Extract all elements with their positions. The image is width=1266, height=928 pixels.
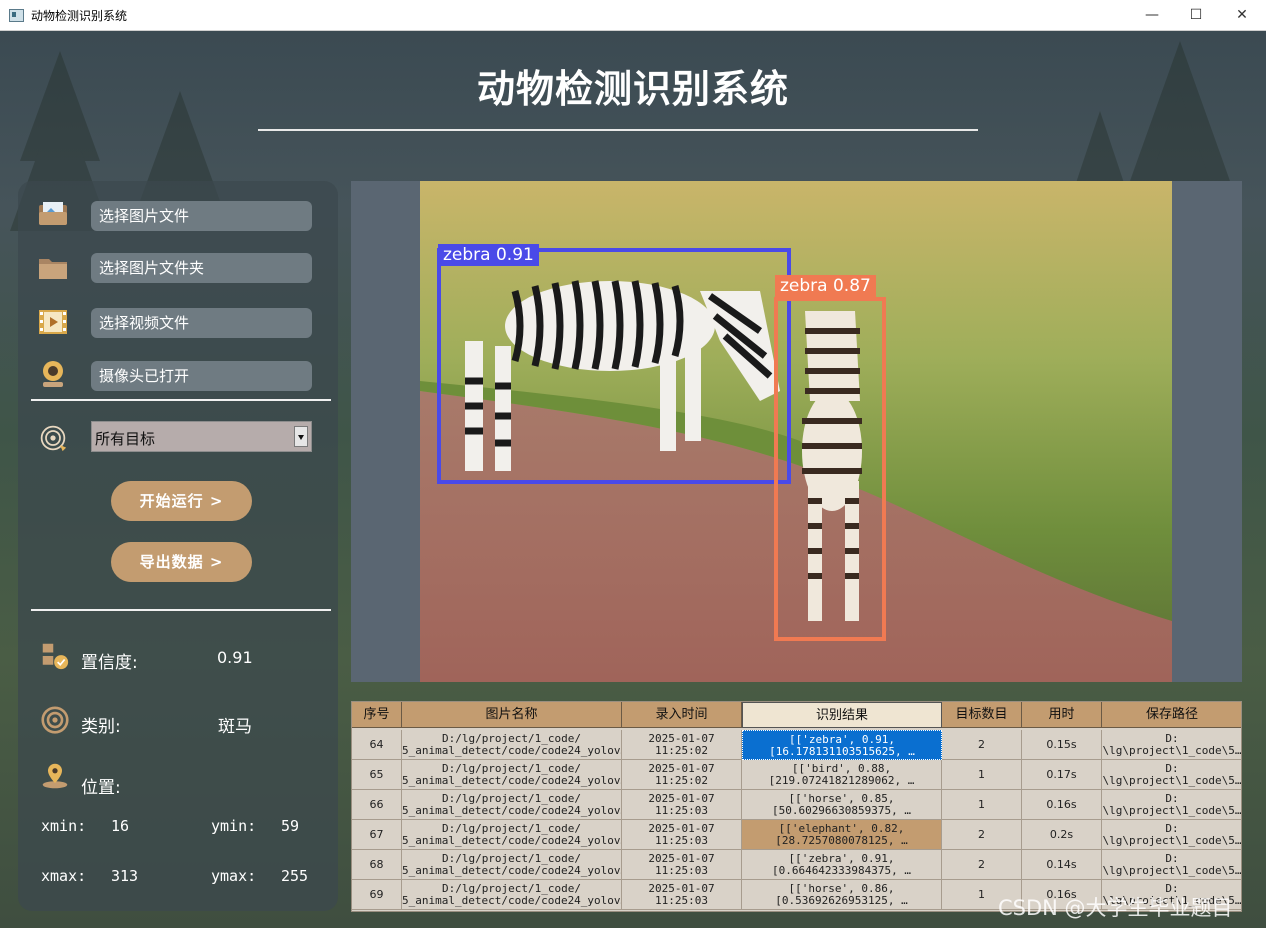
table-cell[interactable]: 0.16s <box>1022 790 1102 820</box>
table-cell[interactable]: 2025-01-07 11:25:03 <box>622 820 742 850</box>
table-cell[interactable]: 2025-01-07 11:25:03 <box>622 790 742 820</box>
table-cell[interactable]: D:/lg/project/1_code/ 5_animal_detect/co… <box>402 850 622 880</box>
select-folder-button[interactable]: 选择图片文件夹 <box>91 253 312 283</box>
table-cell[interactable]: 67 <box>352 820 402 850</box>
table-cell[interactable]: [['horse', 0.86, [0.53692626953125, … <box>742 880 942 910</box>
table-cell[interactable]: 0.15s <box>1022 730 1102 760</box>
detection-label-1: zebra 0.91 <box>438 244 539 266</box>
table-cell[interactable]: 0.17s <box>1022 760 1102 790</box>
table-cell[interactable]: D: \lg\project\1_code\5… <box>1102 850 1241 880</box>
divider <box>31 609 331 611</box>
xmax-value: 313 <box>111 867 139 885</box>
maximize-button[interactable]: ☐ <box>1173 4 1219 26</box>
class-label: 类别: <box>81 717 121 737</box>
table-cell[interactable]: 0.2s <box>1022 820 1102 850</box>
column-header-time[interactable]: 录入时间 <box>622 702 742 728</box>
window-titlebar: 动物检测识别系统 — ☐ ✕ <box>0 0 1266 31</box>
target-icon <box>40 425 67 452</box>
column-header-save-path[interactable]: 保存路径 <box>1102 702 1241 728</box>
export-data-button[interactable]: 导出数据 > <box>111 542 252 582</box>
title-underline <box>258 129 978 131</box>
camera-button[interactable]: 摄像头已打开 <box>91 361 312 391</box>
watermark: CSDN @大学生毕业题目 <box>998 896 1233 920</box>
table-cell[interactable]: D:/lg/project/1_code/ 5_animal_detect/co… <box>402 880 622 910</box>
detection-label-2: zebra 0.87 <box>775 275 876 297</box>
confidence-label: 置信度: <box>81 653 138 673</box>
table-cell[interactable]: [['bird', 0.88, [219.07241821289062, … <box>742 760 942 790</box>
xmax-label: xmax: <box>41 867 87 885</box>
table-cell[interactable]: [['zebra', 0.91, [0.664642333984375, … <box>742 850 942 880</box>
column-header-image-name[interactable]: 图片名称 <box>402 702 622 728</box>
video-file-icon <box>39 310 67 334</box>
ymax-label: ymax: <box>211 867 257 885</box>
ymin-value: 59 <box>281 817 300 835</box>
column-header-count[interactable]: 目标数目 <box>942 702 1022 728</box>
app-icon <box>9 9 24 22</box>
table-cell[interactable]: 0.14s <box>1022 850 1102 880</box>
table-cell[interactable]: 2025-01-07 11:25:03 <box>622 880 742 910</box>
table-cell[interactable]: 66 <box>352 790 402 820</box>
table-cell[interactable]: 64 <box>352 730 402 760</box>
camera-icon <box>43 361 63 387</box>
column-header-result[interactable]: 识别结果 <box>742 702 942 728</box>
category-icon <box>41 706 69 734</box>
table-cell[interactable]: D:/lg/project/1_code/ 5_animal_detect/co… <box>402 730 622 760</box>
chevron-down-icon[interactable] <box>294 426 308 447</box>
table-cell[interactable]: D:/lg/project/1_code/ 5_animal_detect/co… <box>402 820 622 850</box>
table-cell[interactable]: D: \lg\project\1_code\5… <box>1102 820 1241 850</box>
start-run-button[interactable]: 开始运行 > <box>111 481 252 521</box>
table-cell[interactable]: 2 <box>942 850 1022 880</box>
confidence-value: 0.91 <box>217 648 253 667</box>
table-cell[interactable]: D:/lg/project/1_code/ 5_animal_detect/co… <box>402 790 622 820</box>
divider <box>31 399 331 401</box>
select-image-button[interactable]: 选择图片文件 <box>91 201 312 231</box>
table-cell[interactable]: 68 <box>352 850 402 880</box>
minimize-button[interactable]: — <box>1129 4 1175 26</box>
column-header-duration[interactable]: 用时 <box>1022 702 1102 728</box>
target-select[interactable]: 所有目标 <box>91 421 312 452</box>
column-header-id[interactable]: 序号 <box>352 702 402 728</box>
folder-icon <box>39 259 67 279</box>
page-title: 动物检测识别系统 <box>476 67 789 111</box>
xmin-label: xmin: <box>41 817 87 835</box>
table-cell[interactable]: D: \lg\project\1_code\5… <box>1102 790 1241 820</box>
table-cell-highlighted[interactable]: [['elephant', 0.82, [28.7257080078125, … <box>742 820 942 850</box>
results-table[interactable]: 序号 图片名称 录入时间 识别结果 目标数目 用时 保存路径 64 D:/lg/… <box>351 701 1242 912</box>
table-cell[interactable]: D: \lg\project\1_code\5… <box>1102 760 1241 790</box>
table-cell[interactable]: [['horse', 0.85, [50.60296630859375, … <box>742 790 942 820</box>
xmin-value: 16 <box>111 817 130 835</box>
select-video-button[interactable]: 选择视频文件 <box>91 308 312 338</box>
table-cell[interactable]: 1 <box>942 760 1022 790</box>
table-cell[interactable]: 2 <box>942 730 1022 760</box>
confidence-icon <box>42 643 69 670</box>
table-cell[interactable]: 69 <box>352 880 402 910</box>
location-pin-icon <box>42 763 68 789</box>
class-value: 斑马 <box>218 717 252 737</box>
target-select-value: 所有目标 <box>95 430 156 448</box>
table-cell[interactable]: D: \lg\project\1_code\5… <box>1102 730 1241 760</box>
close-button[interactable]: ✕ <box>1219 4 1265 26</box>
table-cell[interactable]: 1 <box>942 790 1022 820</box>
ymax-value: 255 <box>281 867 309 885</box>
table-cell-selected[interactable]: [['zebra', 0.91, [16.178131103515625, … <box>742 730 942 760</box>
table-cell[interactable]: 2025-01-07 11:25:03 <box>622 850 742 880</box>
table-cell[interactable]: 2025-01-07 11:25:02 <box>622 730 742 760</box>
table-cell[interactable]: 2 <box>942 820 1022 850</box>
table-cell[interactable]: 2025-01-07 11:25:02 <box>622 760 742 790</box>
position-label: 位置: <box>81 778 121 798</box>
image-file-icon <box>39 202 67 225</box>
table-cell[interactable]: D:/lg/project/1_code/ 5_animal_detect/co… <box>402 760 622 790</box>
ymin-label: ymin: <box>211 817 257 835</box>
table-cell[interactable]: 65 <box>352 760 402 790</box>
window-title: 动物检测识别系统 <box>31 9 128 23</box>
